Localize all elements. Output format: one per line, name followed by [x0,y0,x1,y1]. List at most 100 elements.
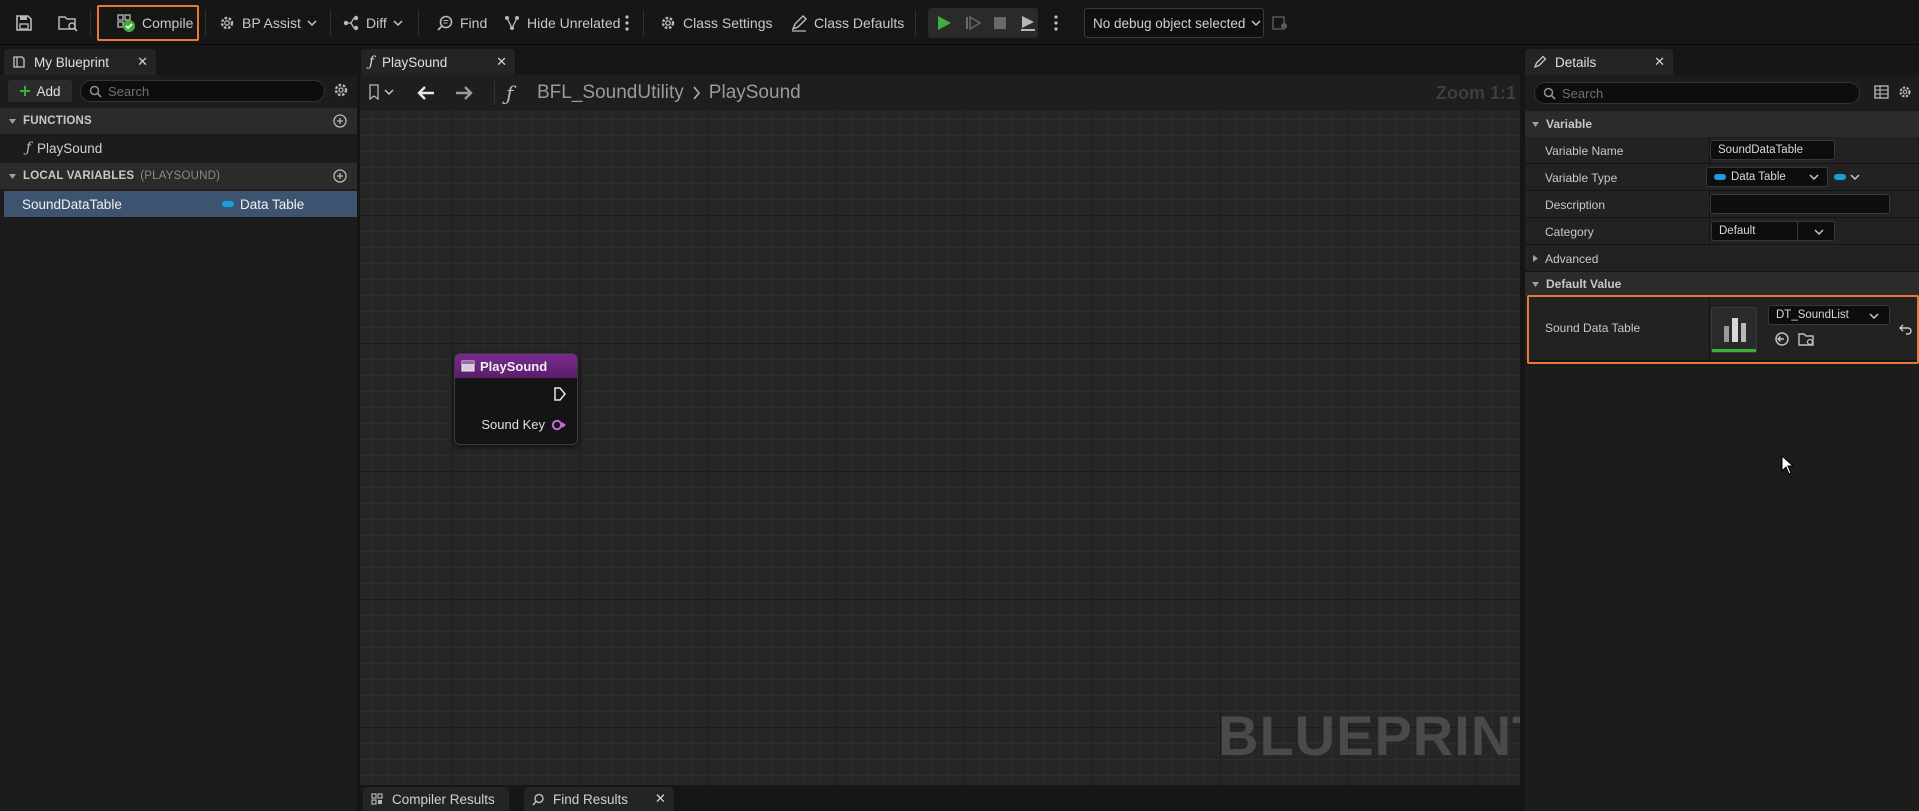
functions-header-label: FUNCTIONS [23,115,92,127]
compiler-results-label: Compiler Results [392,791,495,807]
close-icon[interactable]: ✕ [496,54,507,70]
variable-type-dropdown[interactable]: Data Table [1706,167,1828,187]
browse-button[interactable] [57,6,79,40]
blueprint-book-icon [13,56,25,68]
functions-section-header[interactable]: FUNCTIONS [0,108,357,134]
kebab-icon [625,15,629,31]
name-pin-icon [551,419,566,430]
description-field[interactable] [1710,194,1890,214]
exec-pin-icon [554,387,566,401]
stop-button[interactable] [992,6,1008,40]
save-icon [16,15,32,31]
advanced-row[interactable]: Advanced [1525,245,1919,272]
default-value-section-header[interactable]: Default Value [1525,272,1919,296]
more-options-button[interactable] [624,6,630,40]
node-function-icon [461,360,475,372]
caret-down-icon [9,118,16,124]
diff-menu[interactable]: Diff [342,6,403,40]
breadcrumb-current[interactable]: PlaySound [709,82,801,104]
debug-object-label: No debug object selected [1093,15,1246,31]
sound-key-pin[interactable]: Sound Key [481,417,567,432]
local-variables-section-header[interactable]: LOCAL VARIABLES (PLAYSOUND) [0,163,357,189]
pin-label: Sound Key [481,417,545,432]
details-tabbar: Details ✕ [1521,45,1919,75]
forward-arrow-icon[interactable] [454,85,474,101]
close-icon[interactable]: ✕ [137,54,148,70]
step-icon [966,15,982,31]
my-blueprint-panel: Add Search FUNCTIONS ƒ PlaySound LOCAL V… [0,75,357,811]
bp-assist-menu[interactable]: BP Assist [218,6,317,40]
settings-gear-icon[interactable] [1897,84,1913,100]
add-variable-icon[interactable] [333,169,347,183]
variable-section-label: Variable [1546,117,1593,131]
tab-compiler-results[interactable]: Compiler Results [363,787,509,811]
save-button[interactable] [14,6,34,40]
tab-find-results[interactable]: Find Results ✕ [524,787,674,811]
chevron-down-icon [1251,20,1261,27]
function-entry-node[interactable]: PlaySound Sound Key [454,353,578,445]
close-icon[interactable]: ✕ [1654,54,1665,70]
bookmark-menu[interactable] [368,84,394,100]
blueprint-watermark: BLUEPRINT [1218,704,1520,767]
function-icon: ƒ [369,54,374,70]
chevron-down-icon [1809,174,1819,181]
class-settings-label: Class Settings [683,15,773,31]
eject-button[interactable] [1019,6,1037,40]
variable-section-header[interactable]: Variable [1525,111,1919,137]
breadcrumb-root[interactable]: BFL_SoundUtility [537,82,684,104]
details-search-input[interactable]: Search [1534,82,1860,104]
variable-name-field[interactable]: SoundDataTable [1710,140,1835,160]
caret-down-icon [1532,121,1539,127]
local-variables-header-label: LOCAL VARIABLES [23,170,135,182]
tab-playsound[interactable]: ƒ PlaySound ✕ [361,49,515,75]
stop-icon [994,17,1006,29]
table-view-icon[interactable] [1874,85,1889,99]
my-blueprint-tabbar: My Blueprint ✕ [0,45,357,75]
compile-highlight [97,5,199,41]
search-icon [532,793,544,806]
settings-gear-icon[interactable] [332,81,350,99]
bottom-tabbar: Compiler Results Find Results ✕ [357,785,1521,811]
blueprint-graph-canvas[interactable]: ƒ BFL_SoundUtility PlaySound Zoom 1:1 Pl… [360,75,1520,785]
variable-type-value: Data Table [1731,171,1786,183]
close-icon[interactable]: ✕ [655,791,666,807]
play-button[interactable] [935,6,953,40]
add-function-icon[interactable] [333,114,347,128]
category-combo[interactable]: Default [1711,221,1835,241]
graph-tabbar: ƒ PlaySound ✕ [357,45,1521,75]
list-item-function[interactable]: ƒ PlaySound [0,135,357,161]
diff-icon [343,15,359,31]
advanced-label: Advanced [1545,252,1599,266]
my-blueprint-search-input[interactable]: Search [80,80,325,102]
play-options-button[interactable] [1053,6,1059,40]
category-value: Default [1719,225,1756,237]
caret-down-icon [1532,281,1539,287]
category-row: Category Default [1525,218,1919,245]
add-button[interactable]: Add [8,80,72,102]
find-results-label: Find Results [553,791,629,807]
debug-filter-button[interactable] [1271,6,1289,40]
exec-out-pin[interactable] [553,386,567,402]
mouse-cursor-icon [1781,455,1795,475]
list-item-variable[interactable]: SoundDataTable Data Table [4,191,357,217]
default-value-section-label: Default Value [1546,277,1622,291]
variable-name: SoundDataTable [22,196,122,212]
tab-details[interactable]: Details ✕ [1525,49,1673,75]
advance-frame-button[interactable] [964,6,982,40]
debug-object-dropdown[interactable]: No debug object selected [1084,8,1264,38]
chevron-down-icon [393,20,403,27]
class-settings-button[interactable]: Class Settings [659,6,772,40]
tab-playsound-label: PlaySound [382,54,448,70]
back-arrow-icon[interactable] [416,85,436,101]
hide-unrelated-button[interactable]: Hide Unrelated [503,6,620,40]
container-type-dropdown[interactable] [1834,172,1860,182]
find-label: Find [460,15,488,31]
class-defaults-button[interactable]: Class Defaults [790,6,904,40]
find-button[interactable]: Find [436,6,487,40]
compiler-results-icon [371,792,383,805]
node-title: PlaySound [480,358,548,374]
search-placeholder: Search [108,83,150,99]
graph-navigation-bar: ƒ BFL_SoundUtility PlaySound Zoom 1:1 [360,75,1520,111]
tab-my-blueprint-label: My Blueprint [34,54,110,70]
tab-my-blueprint[interactable]: My Blueprint ✕ [4,49,156,75]
